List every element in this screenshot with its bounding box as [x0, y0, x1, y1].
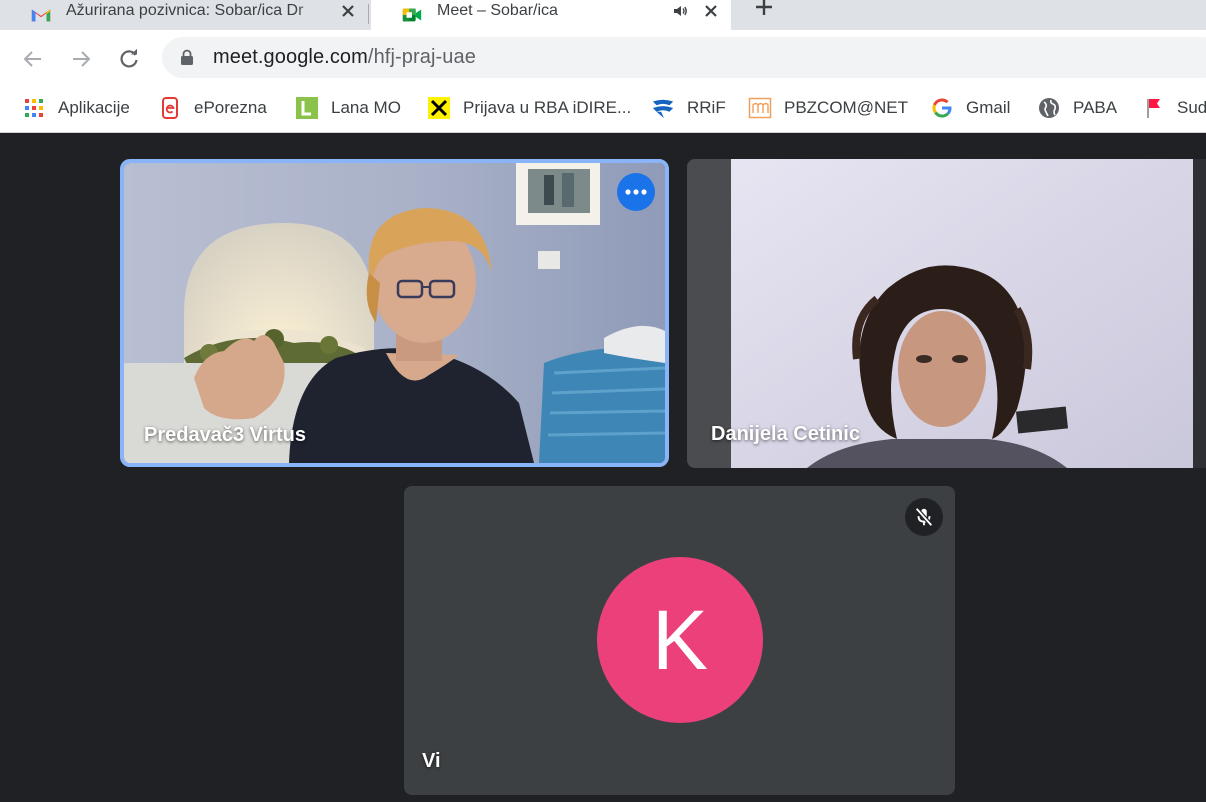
tab-gmail[interactable]: Ažurirana pozivnica: Sobar/ica Dr	[0, 0, 368, 30]
url-path: /hfj-praj-uae	[367, 46, 476, 68]
google-meet-icon	[402, 8, 422, 22]
pbz-icon	[748, 96, 772, 120]
mic-muted-indicator	[905, 498, 943, 536]
plus-icon	[756, 0, 772, 15]
participant-name: Predavač3 Virtus	[144, 424, 306, 446]
gmail-icon	[31, 9, 51, 22]
tab-meet[interactable]: Meet – Sobar/ica	[371, 0, 731, 30]
close-tab-icon[interactable]	[338, 1, 358, 21]
tab-title: Ažurirana pozivnica: Sobar/ica Dr	[66, 2, 304, 19]
bookmark-gmail[interactable]: Gmail	[930, 95, 1010, 121]
tab-separator	[368, 4, 369, 24]
bookmark-eporezna[interactable]: ePorezna	[158, 95, 267, 121]
globe-icon	[1037, 96, 1061, 120]
lock-icon[interactable]	[180, 49, 196, 67]
speaker-icon[interactable]	[671, 2, 689, 20]
bookmark-aplikacije[interactable]: Aplikacije	[22, 95, 130, 121]
tab-title: Meet – Sobar/ica	[437, 2, 558, 19]
new-tab-button[interactable]	[751, 0, 777, 20]
bookmark-label: Lana MO	[331, 98, 401, 117]
participant-video	[687, 159, 1206, 468]
participant-tile-predavac3[interactable]: Predavač3 Virtus	[120, 159, 669, 467]
eporezna-icon	[158, 96, 182, 120]
bookmark-lana-mo[interactable]: Lana MO	[295, 95, 401, 121]
bookmark-label: Gmail	[966, 98, 1011, 117]
raiffeisen-icon	[427, 96, 451, 120]
bookmark-label: PBZCOM@NET	[784, 98, 908, 117]
browser-toolbar: meet.google.com/hfj-praj-uae	[0, 30, 1206, 87]
participant-video	[124, 163, 665, 463]
meet-stage: Predavač3 Virtus Danijela Cetinic K Vi	[0, 133, 1206, 802]
arrow-left-icon	[23, 51, 41, 67]
flag-icon	[1141, 96, 1165, 120]
bookmarks-bar: Aplikacije ePorezna Lana MO Prijava u RB…	[0, 87, 1206, 133]
apps-grid-icon	[22, 96, 46, 120]
bookmark-paba[interactable]: PABA	[1037, 95, 1117, 121]
bookmark-label: PABA	[1073, 98, 1118, 117]
address-bar[interactable]: meet.google.com/hfj-praj-uae	[162, 37, 1206, 78]
participant-tile-danijela[interactable]: Danijela Cetinic	[687, 159, 1206, 468]
bookmark-label: RRiF	[687, 98, 726, 117]
google-g-icon	[930, 96, 954, 120]
participant-name: Danijela Cetinic	[711, 423, 860, 445]
back-button[interactable]	[18, 44, 48, 74]
bookmark-rba[interactable]: Prijava u RBA iDIRE...	[427, 95, 631, 121]
bookmark-label: ePorezna	[194, 98, 267, 117]
bookmark-label: Sud	[1177, 98, 1206, 117]
reload-icon	[120, 48, 138, 68]
url-host: meet.google.com	[213, 46, 368, 68]
tab-strip: Ažurirana pozivnica: Sobar/ica Dr Meet –…	[0, 0, 1206, 30]
close-tab-icon[interactable]	[701, 1, 721, 21]
arrow-right-icon	[73, 51, 91, 67]
url-text: meet.google.com/hfj-praj-uae	[213, 46, 476, 69]
forward-button[interactable]	[66, 44, 96, 74]
bookmark-label: Prijava u RBA iDIRE...	[463, 98, 632, 117]
participant-name: Vi	[422, 750, 441, 772]
more-dots-icon	[625, 189, 647, 195]
lana-logo-icon	[295, 96, 319, 120]
bookmark-label: Aplikacije	[58, 98, 130, 117]
bookmark-rrif[interactable]: RRiF	[651, 95, 726, 121]
avatar: K	[597, 557, 763, 723]
reload-button[interactable]	[114, 44, 144, 74]
mic-off-icon	[915, 507, 933, 527]
more-options-button[interactable]	[617, 173, 655, 211]
bookmark-pbzcom[interactable]: PBZCOM@NET	[748, 95, 908, 121]
bookmark-sud[interactable]: Sud	[1141, 95, 1206, 121]
participant-tile-self[interactable]: K Vi	[404, 486, 955, 795]
rrif-icon	[651, 96, 675, 120]
